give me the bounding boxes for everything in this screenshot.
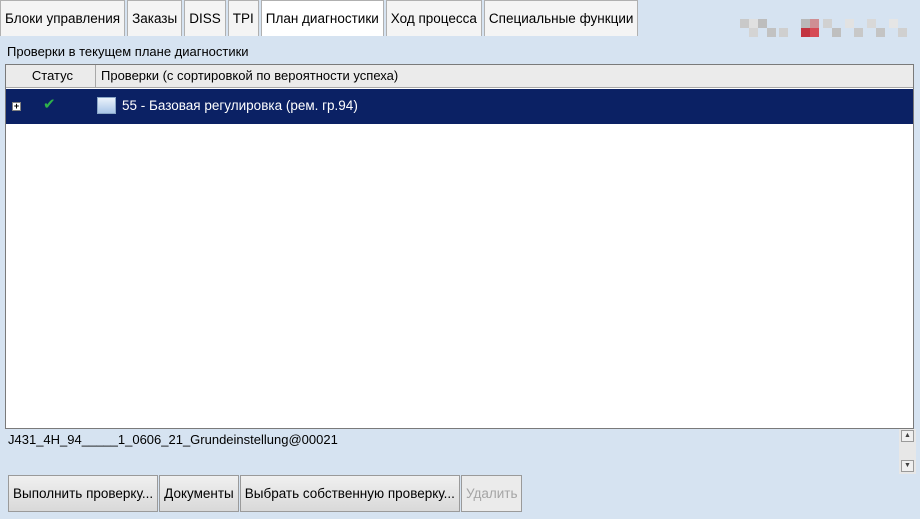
checkmark-icon: ✔: [43, 96, 56, 113]
tab-tpi[interactable]: TPI: [227, 0, 259, 36]
tab-special-functions[interactable]: Специальные функции: [483, 0, 639, 36]
documents-button[interactable]: Документы: [159, 475, 239, 512]
column-header-checks[interactable]: Проверки (с сортировкой по вероятности у…: [96, 65, 913, 87]
tabs: Блоки управления Заказы DISS TPI План ди…: [0, 0, 640, 36]
tab-diss[interactable]: DISS: [184, 0, 226, 36]
scroll-up-icon[interactable]: ▲: [901, 430, 914, 442]
expand-icon[interactable]: +: [12, 102, 21, 111]
table-header: Статус Проверки (с сортировкой по вероят…: [6, 65, 913, 88]
column-header-status[interactable]: Статус: [6, 65, 96, 87]
tab-bar: Блоки управления Заказы DISS TPI План ди…: [0, 0, 920, 38]
section-label: Проверки в текущем плане диагностики: [7, 44, 249, 59]
brand-logo: [735, 16, 915, 38]
row-text: 55 - Базовая регулировка (рем. гр.94): [122, 98, 358, 113]
delete-button: Удалить: [460, 475, 523, 512]
info-text: J431_4H_94_____1_0606_21_Grundeinstellun…: [8, 432, 338, 447]
tab-orders[interactable]: Заказы: [127, 0, 183, 36]
table-row[interactable]: + ✔ 55 - Базовая регулировка (рем. гр.94…: [6, 89, 913, 124]
button-bar: Выполнить проверку... Документы Выбрать …: [8, 475, 523, 512]
choose-own-check-button[interactable]: Выбрать собственную проверку...: [239, 475, 460, 512]
document-icon: [97, 97, 116, 114]
tab-process[interactable]: Ход процесса: [385, 0, 482, 36]
info-scrollbar[interactable]: ▲ ▼: [899, 429, 916, 474]
tab-diagnostic-plan[interactable]: План диагностики: [260, 0, 384, 36]
info-text-area: J431_4H_94_____1_0606_21_Grundeinstellun…: [5, 429, 897, 474]
checks-table: Статус Проверки (с сортировкой по вероят…: [5, 64, 914, 429]
scroll-down-icon[interactable]: ▼: [901, 460, 914, 472]
tab-control-units[interactable]: Блоки управления: [0, 0, 126, 36]
run-check-button[interactable]: Выполнить проверку...: [8, 475, 159, 512]
